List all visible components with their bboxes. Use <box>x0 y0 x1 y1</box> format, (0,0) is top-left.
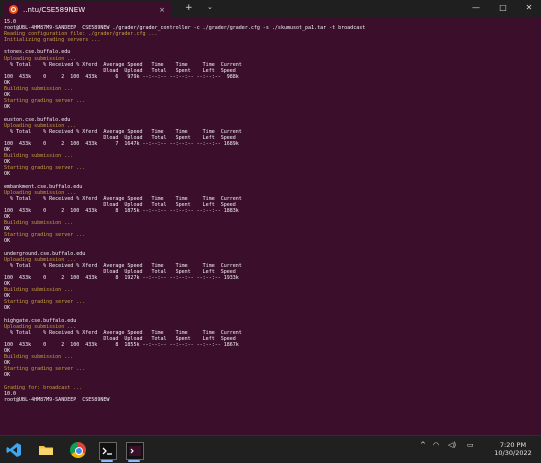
terminal-output[interactable]: 15.0 root@UBL-4HM87M9-SANDEEP CSE589NEW .… <box>4 19 538 431</box>
close-window-button[interactable]: ✕ <box>522 3 536 12</box>
terminal-icon[interactable] <box>126 442 144 460</box>
close-tab-icon[interactable]: × <box>156 6 168 14</box>
clock-date: 10/30/2022 <box>494 449 532 457</box>
terminal-tab[interactable]: ..ntu/CSE589NEW × <box>3 2 171 17</box>
new-tab-button[interactable]: + <box>185 3 193 13</box>
tab-title: ..ntu/CSE589NEW <box>23 5 86 14</box>
tray-chevron-icon[interactable]: ^ <box>420 441 426 449</box>
wifi-icon[interactable]: ◠ <box>433 441 439 449</box>
terminal-icon[interactable] <box>99 442 117 460</box>
clock-time: 7:20 PM <box>499 441 527 449</box>
system-clock[interactable]: 7:20 PM 10/30/2022 <box>486 441 540 457</box>
maximize-button[interactable]: □ <box>496 3 510 12</box>
taskbar: ^ ◠ ◁) ▭ 7:20 PM 10/30/2022 <box>0 435 541 463</box>
volume-icon[interactable]: ◁) <box>448 441 456 449</box>
vscode-icon[interactable] <box>6 442 22 458</box>
window-titlebar: ..ntu/CSE589NEW × + ⌄ — □ ✕ <box>0 0 541 17</box>
battery-icon[interactable]: ▭ <box>467 441 474 449</box>
ubuntu-icon <box>9 5 18 14</box>
chevron-down-icon[interactable]: ⌄ <box>207 3 213 11</box>
terminal-line: root@UBL-4HM87M9-SANDEEP CSE589NEW <box>4 396 113 403</box>
chrome-icon[interactable] <box>70 442 86 458</box>
file-explorer-icon[interactable] <box>38 442 54 458</box>
minimize-button[interactable]: — <box>469 3 483 12</box>
